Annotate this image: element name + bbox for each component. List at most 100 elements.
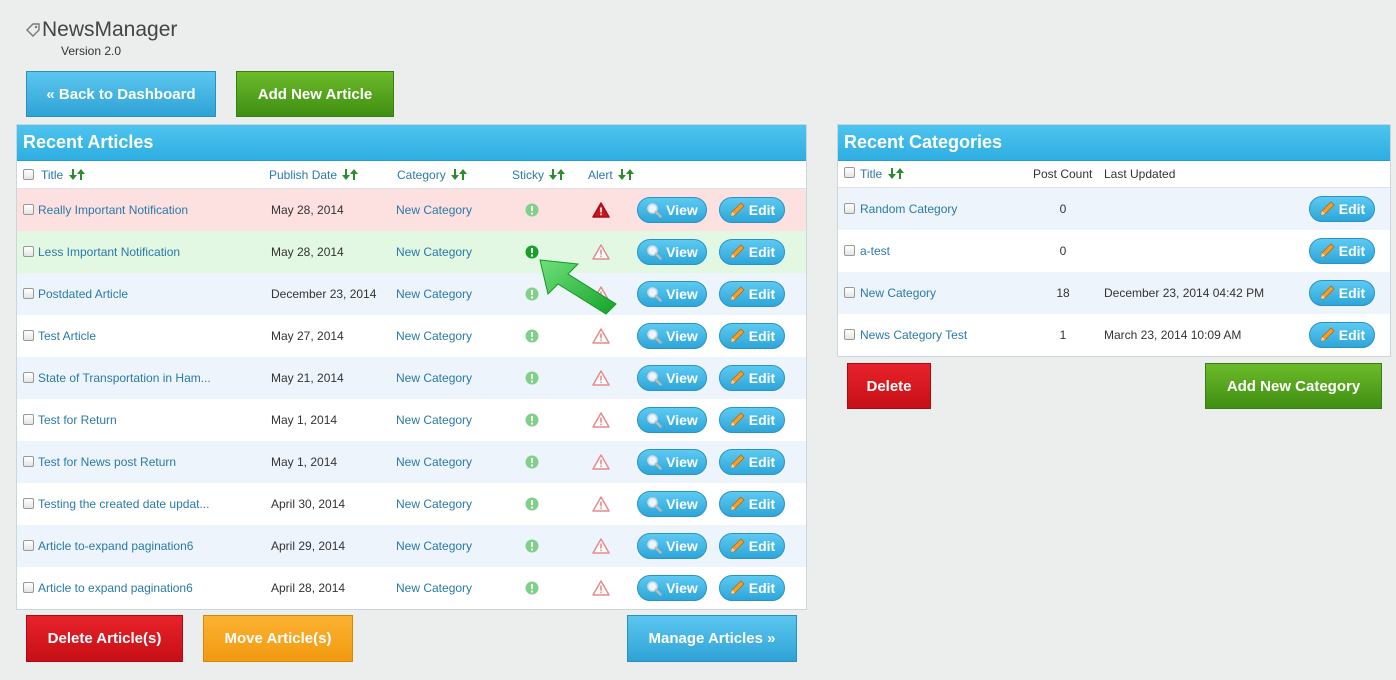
category-checkbox[interactable] bbox=[844, 203, 855, 214]
back-to-dashboard-button[interactable]: « Back to Dashboard bbox=[26, 71, 216, 117]
article-title-link[interactable]: Test Article bbox=[38, 329, 96, 343]
delete-category-button[interactable]: Delete bbox=[847, 363, 931, 409]
article-checkbox[interactable] bbox=[23, 414, 34, 425]
select-all-articles-checkbox[interactable] bbox=[23, 169, 34, 180]
col-title[interactable]: Title bbox=[41, 168, 85, 182]
col-sticky[interactable]: Sticky bbox=[512, 168, 566, 182]
article-title-link[interactable]: Test for News post Return bbox=[38, 455, 176, 469]
sticky-icon[interactable] bbox=[525, 539, 539, 553]
article-title-link[interactable]: Really Important Notification bbox=[38, 203, 188, 217]
article-title-link[interactable]: Postdated Article bbox=[38, 287, 128, 301]
article-title-link[interactable]: Article to-expand pagination6 bbox=[38, 539, 193, 553]
edit-button[interactable]: Edit bbox=[1309, 238, 1375, 264]
edit-button[interactable]: Edit bbox=[719, 197, 785, 223]
edit-button[interactable]: Edit bbox=[719, 533, 785, 559]
article-category-link[interactable]: New Category bbox=[396, 539, 472, 553]
category-title-link[interactable]: a-test bbox=[860, 244, 890, 258]
article-checkbox[interactable] bbox=[23, 540, 34, 551]
category-last-updated: March 23, 2014 10:09 AM bbox=[1104, 328, 1242, 342]
alert-icon[interactable] bbox=[592, 496, 610, 512]
col-cat-title[interactable]: Title bbox=[860, 167, 904, 181]
alert-icon[interactable] bbox=[592, 454, 610, 470]
article-category-link[interactable]: New Category bbox=[396, 497, 472, 511]
article-checkbox[interactable] bbox=[23, 498, 34, 509]
article-checkbox[interactable] bbox=[23, 372, 34, 383]
col-publish-date[interactable]: Publish Date bbox=[269, 168, 359, 182]
article-category-link[interactable]: New Category bbox=[396, 413, 472, 427]
article-checkbox[interactable] bbox=[23, 204, 34, 215]
sticky-icon[interactable] bbox=[525, 371, 539, 385]
sticky-icon[interactable] bbox=[525, 455, 539, 469]
sticky-icon[interactable] bbox=[525, 581, 539, 595]
category-checkbox[interactable] bbox=[844, 287, 855, 298]
article-checkbox[interactable] bbox=[23, 456, 34, 467]
col-alert[interactable]: Alert bbox=[588, 168, 635, 182]
article-title-link[interactable]: Test for Return bbox=[38, 413, 117, 427]
sticky-icon[interactable] bbox=[525, 329, 539, 343]
view-button[interactable]: View bbox=[637, 449, 707, 475]
edit-button[interactable]: Edit bbox=[719, 575, 785, 601]
pencil-icon bbox=[1320, 327, 1335, 342]
article-title-link[interactable]: Testing the created date updat... bbox=[38, 497, 209, 511]
article-category-link[interactable]: New Category bbox=[396, 287, 472, 301]
select-all-categories-checkbox[interactable] bbox=[844, 167, 855, 178]
article-category-link[interactable]: New Category bbox=[396, 329, 472, 343]
edit-button[interactable]: Edit bbox=[719, 281, 785, 307]
edit-button[interactable]: Edit bbox=[719, 449, 785, 475]
alert-icon[interactable] bbox=[592, 538, 610, 554]
sticky-icon[interactable] bbox=[525, 497, 539, 511]
alert-icon[interactable] bbox=[592, 202, 610, 218]
recent-categories-panel: Recent Categories Title Post Count Last … bbox=[837, 124, 1391, 357]
sticky-icon[interactable] bbox=[525, 245, 539, 259]
edit-button[interactable]: Edit bbox=[719, 365, 785, 391]
add-new-article-button[interactable]: Add New Article bbox=[236, 71, 394, 117]
view-button[interactable]: View bbox=[637, 491, 707, 517]
sticky-icon[interactable] bbox=[525, 287, 539, 301]
category-checkbox[interactable] bbox=[844, 329, 855, 340]
article-category-link[interactable]: New Category bbox=[396, 371, 472, 385]
alert-icon[interactable] bbox=[592, 370, 610, 386]
view-button[interactable]: View bbox=[637, 239, 707, 265]
view-button[interactable]: View bbox=[637, 575, 707, 601]
view-button[interactable]: View bbox=[637, 197, 707, 223]
edit-button[interactable]: Edit bbox=[719, 323, 785, 349]
article-title-link[interactable]: Less Important Notification bbox=[38, 245, 180, 259]
move-articles-button[interactable]: Move Article(s) bbox=[203, 615, 353, 662]
view-button[interactable]: View bbox=[637, 281, 707, 307]
category-title-link[interactable]: Random Category bbox=[860, 202, 957, 216]
sticky-icon[interactable] bbox=[525, 413, 539, 427]
pencil-icon bbox=[730, 370, 745, 385]
article-title-link[interactable]: Article to expand pagination6 bbox=[38, 581, 193, 595]
article-checkbox[interactable] bbox=[23, 246, 34, 257]
edit-button[interactable]: Edit bbox=[719, 491, 785, 517]
alert-icon[interactable] bbox=[592, 328, 610, 344]
article-checkbox[interactable] bbox=[23, 582, 34, 593]
article-checkbox[interactable] bbox=[23, 330, 34, 341]
view-button[interactable]: View bbox=[637, 407, 707, 433]
category-title-link[interactable]: New Category bbox=[860, 286, 936, 300]
view-button[interactable]: View bbox=[637, 323, 707, 349]
article-category-link[interactable]: New Category bbox=[396, 245, 472, 259]
edit-button[interactable]: Edit bbox=[1309, 280, 1375, 306]
edit-button[interactable]: Edit bbox=[1309, 322, 1375, 348]
alert-icon[interactable] bbox=[592, 580, 610, 596]
alert-icon[interactable] bbox=[592, 412, 610, 428]
categories-table-body: Random Category 0 Edit a-test 0 Edit New… bbox=[838, 188, 1390, 356]
article-category-link[interactable]: New Category bbox=[396, 203, 472, 217]
edit-button[interactable]: Edit bbox=[1309, 196, 1375, 222]
edit-button[interactable]: Edit bbox=[719, 407, 785, 433]
category-title-link[interactable]: News Category Test bbox=[860, 328, 967, 342]
sticky-icon[interactable] bbox=[525, 203, 539, 217]
col-category[interactable]: Category bbox=[397, 168, 468, 182]
article-category-link[interactable]: New Category bbox=[396, 581, 472, 595]
view-button[interactable]: View bbox=[637, 533, 707, 559]
manage-articles-button[interactable]: Manage Articles » bbox=[627, 615, 797, 662]
category-checkbox[interactable] bbox=[844, 245, 855, 256]
add-new-category-button[interactable]: Add New Category bbox=[1205, 363, 1382, 409]
article-category-link[interactable]: New Category bbox=[396, 455, 472, 469]
delete-articles-button[interactable]: Delete Article(s) bbox=[26, 615, 183, 662]
view-button[interactable]: View bbox=[637, 365, 707, 391]
edit-button[interactable]: Edit bbox=[719, 239, 785, 265]
article-checkbox[interactable] bbox=[23, 288, 34, 299]
article-title-link[interactable]: State of Transportation in Ham... bbox=[38, 371, 211, 385]
